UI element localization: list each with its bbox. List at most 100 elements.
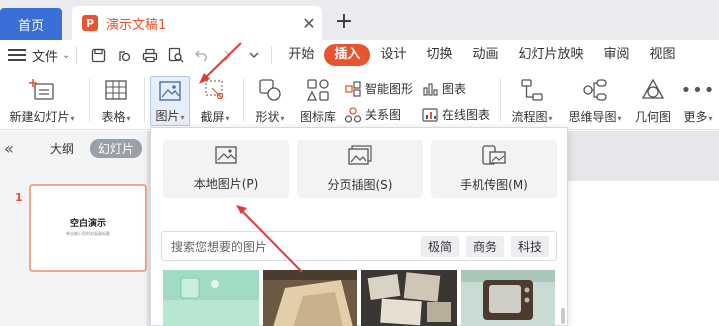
icon-library-button[interactable]: 图标库	[296, 76, 340, 125]
relation-chart-button[interactable]: 关系图	[345, 106, 401, 123]
smart-art-button[interactable]: 智能图形	[345, 80, 413, 97]
scrollbar-thumb[interactable]	[561, 308, 565, 324]
divider	[500, 78, 501, 122]
paged-insert-icon	[348, 145, 372, 168]
collapse-panel-icon[interactable]: «	[4, 139, 24, 158]
online-chart-label: 在线图表	[442, 108, 491, 122]
chevron-down-icon: ⌄	[62, 49, 71, 61]
paged-insert-label: 分页插图(S)	[327, 178, 393, 192]
mindmap-icon	[582, 76, 608, 104]
table-icon	[105, 76, 127, 104]
close-tab-icon[interactable]: ✕	[296, 14, 322, 33]
gallery-picture-3[interactable]	[361, 270, 457, 326]
undo-icon[interactable]	[191, 44, 213, 66]
tab-start[interactable]: 开始	[278, 44, 324, 66]
new-slide-button[interactable]: 新建幻灯片▾	[6, 76, 78, 125]
relation-chart-label: 关系图	[365, 108, 402, 122]
chart-label: 图表	[442, 82, 467, 96]
slide-panel-header: « 大纲 幻灯片	[0, 131, 147, 165]
picture-label: 图片	[155, 109, 180, 123]
divider	[144, 78, 145, 122]
divider	[243, 78, 244, 122]
search-placeholder: 搜索您想要的图片	[171, 239, 268, 254]
presentation-logo-icon: P	[82, 15, 98, 31]
slide-panel: « 大纲 幻灯片 1 空白演示 单击输入您的封面副标题	[0, 131, 147, 326]
screenshot-button[interactable]: 截屏▾	[195, 76, 235, 125]
tab-review[interactable]: 审阅	[594, 44, 640, 66]
tab-insert[interactable]: 插入	[324, 44, 371, 66]
local-picture-label: 本地图片(P)	[193, 177, 259, 191]
tab-design[interactable]: 设计	[370, 44, 416, 66]
smart-art-icon	[345, 80, 361, 97]
tab-bar: 首页 P 演示文稿1 ✕ +	[0, 0, 719, 40]
mindmap-label: 思维导图	[568, 110, 617, 124]
slide-title: 空白演示	[69, 219, 106, 229]
print-preview-icon[interactable]	[165, 44, 187, 66]
more-label: 更多	[683, 110, 708, 124]
tab-transition[interactable]: 切换	[416, 44, 462, 66]
mindmap-button[interactable]: 思维导图▾	[565, 76, 625, 125]
geometry-label: 几何图	[634, 110, 671, 124]
gallery-picture-1[interactable]	[163, 270, 259, 326]
tab-slides[interactable]: 幻灯片	[90, 138, 143, 158]
redo-icon[interactable]	[217, 44, 239, 66]
online-chart-icon	[422, 107, 438, 123]
icon-library-icon	[306, 76, 330, 104]
picture-button[interactable]: 图片▾	[150, 76, 190, 126]
slide-thumbnail[interactable]: 空白演示 单击输入您的封面副标题	[29, 184, 147, 272]
picture-icon	[159, 77, 181, 105]
picture-search-input[interactable]: 搜索您想要的图片 极简 商务 科技	[161, 231, 557, 261]
phone-upload-option[interactable]: 手机传图(M)	[431, 140, 557, 198]
insert-toolbar: 新建幻灯片▾ 表格▾ 图片▾ 截屏▾ 形状▾ 图标库 智能图形 关系图 图表 在…	[0, 70, 719, 130]
tag-tech[interactable]: 科技	[510, 235, 549, 257]
tab-slideshow[interactable]: 幻灯片放映	[508, 44, 593, 66]
shape-label: 形状	[255, 110, 280, 124]
shape-icon	[258, 76, 282, 104]
flowchart-label: 流程图	[511, 110, 548, 124]
tab-outline[interactable]: 大纲	[50, 140, 74, 157]
local-picture-option[interactable]: 本地图片(P)	[163, 140, 289, 198]
slide-editor[interactable]	[567, 181, 719, 326]
print-icon[interactable]	[139, 44, 161, 66]
flowchart-button[interactable]: 流程图▾	[508, 76, 556, 125]
smart-art-label: 智能图形	[365, 82, 414, 96]
new-slide-label: 新建幻灯片	[9, 110, 70, 124]
picture-dropdown: 本地图片(P) 分页插图(S) 手机传图(M) 搜索您想要的图片 极简 商务 科…	[150, 127, 568, 326]
more-icon: •••	[680, 79, 716, 101]
flowchart-icon	[520, 76, 544, 104]
gallery-picture-4[interactable]	[461, 270, 555, 326]
shape-button[interactable]: 形状▾	[250, 76, 290, 125]
slide-subtitle: 单击输入您的封面副标题	[66, 231, 110, 236]
export-icon[interactable]	[113, 44, 135, 66]
new-slide-icon	[29, 76, 55, 104]
new-tab-button[interactable]: +	[332, 8, 356, 36]
divider	[76, 46, 78, 64]
tab-animation[interactable]: 动画	[462, 44, 508, 66]
screenshot-icon	[203, 76, 227, 104]
online-chart-button[interactable]: 在线图表	[422, 106, 490, 123]
tag-business[interactable]: 商务	[465, 235, 504, 257]
more-button[interactable]: ••• 更多▾	[680, 76, 716, 125]
customize-toolbar-icon[interactable]	[243, 44, 265, 66]
document-title: 演示文稿1	[106, 17, 167, 33]
file-menu[interactable]: 文件 ⌄	[32, 46, 70, 65]
table-label: 表格	[101, 110, 126, 124]
save-icon[interactable]	[87, 44, 109, 66]
chart-button[interactable]: 图表	[422, 80, 466, 97]
paged-insert-option[interactable]: 分页插图(S)	[297, 140, 423, 198]
file-menu-label: 文件	[32, 49, 59, 65]
geometry-button[interactable]: 几何图	[633, 76, 673, 125]
picture-gallery	[161, 270, 557, 326]
tab-document[interactable]: P 演示文稿1 ✕	[72, 6, 322, 40]
local-picture-icon	[215, 146, 237, 167]
hamburger-menu-icon[interactable]	[8, 46, 26, 64]
tab-view[interactable]: 视图	[640, 44, 686, 66]
divider	[271, 46, 273, 64]
relation-chart-icon	[345, 106, 361, 123]
gallery-picture-2[interactable]	[263, 270, 357, 326]
tag-minimal[interactable]: 极简	[420, 235, 459, 257]
phone-upload-label: 手机传图(M)	[460, 178, 528, 192]
tab-home[interactable]: 首页	[0, 8, 62, 40]
ribbon-menu-row: 文件 ⌄ 开始 插入 设计 切换 动画 幻灯片放映 审阅 视图	[0, 40, 719, 70]
table-button[interactable]: 表格▾	[96, 76, 136, 125]
